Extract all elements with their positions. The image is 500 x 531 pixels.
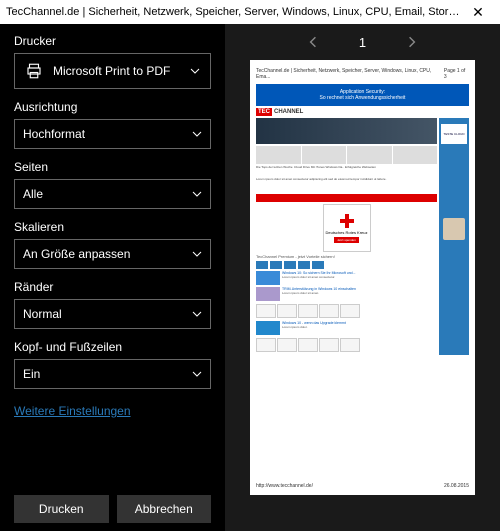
preview-side-cloud: TESTE CLOUD [441,124,467,144]
page-header-left: TecChannel.de | Sicherheit, Netzwerk, Sp… [256,68,444,80]
chevron-down-icon [192,369,202,379]
printer-select[interactable]: Microsoft Print to PDF [14,53,211,89]
print-button[interactable]: Drucken [14,495,109,523]
page-number: 1 [359,35,366,50]
headers-select[interactable]: Ein [14,359,211,389]
close-icon[interactable]: ✕ [462,4,494,21]
orientation-label: Ausrichtung [14,100,211,114]
preview-page: TecChannel.de | Sicherheit, Netzwerk, Sp… [250,60,475,495]
chevron-down-icon [192,189,202,199]
printer-label: Drucker [14,34,211,48]
page-footer-right: 26.08.2015 [444,483,469,489]
window-title: TecChannel.de | Sicherheit, Netzwerk, Sp… [6,6,462,18]
margins-select[interactable]: Normal [14,299,211,329]
chevron-down-icon [192,129,202,139]
margins-label: Ränder [14,280,211,294]
orientation-select[interactable]: Hochformat [14,119,211,149]
prev-page-icon[interactable] [307,36,319,48]
pages-select[interactable]: Alle [14,179,211,209]
chevron-down-icon [190,66,200,76]
print-preview-pane: 1 TecChannel.de | Sicherheit, Netzwerk, … [225,24,500,531]
next-page-icon[interactable] [406,36,418,48]
printer-icon [25,62,43,80]
preview-ad-drk: Deutsches Rotes Kreuz Jetzt spenden [323,204,371,252]
red-cross-icon [340,214,354,228]
page-footer-left: http://www.tecchannel.de/ [256,483,313,489]
chevron-down-icon [192,249,202,259]
chevron-down-icon [192,309,202,319]
more-settings-link[interactable]: Weitere Einstellungen [14,404,211,418]
page-header-right: Page 1 of 3 [444,68,469,80]
pages-label: Seiten [14,160,211,174]
headers-label: Kopf- und Fußzeilen [14,340,211,354]
preview-logo: TEC CHANNEL [256,108,469,116]
scale-label: Skalieren [14,220,211,234]
cancel-button[interactable]: Abbrechen [117,495,212,523]
print-options-sidebar: Drucker Microsoft Print to PDF Ausrichtu… [0,24,225,531]
scale-select[interactable]: An Größe anpassen [14,239,211,269]
preview-banner: Application Security: So rechnet sich An… [256,84,469,106]
